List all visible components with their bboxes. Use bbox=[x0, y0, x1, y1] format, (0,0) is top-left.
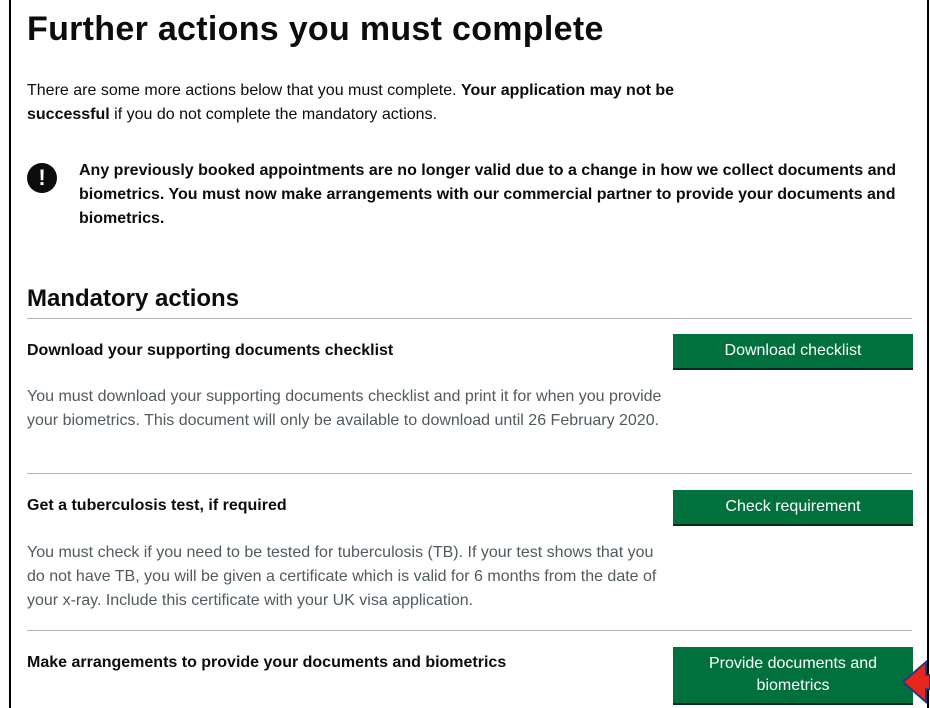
action-description-tuberculosis: You must check if you need to be tested … bbox=[27, 544, 657, 609]
action-title-biometrics: Make arrangements to provide your docume… bbox=[27, 654, 507, 671]
action-divider bbox=[27, 630, 912, 631]
check-requirement-button[interactable]: Check requirement bbox=[673, 490, 913, 524]
action-description-checklist: You must download your supporting docume… bbox=[27, 388, 662, 429]
action-divider bbox=[27, 473, 912, 474]
exclamation-icon: ! bbox=[27, 163, 57, 193]
intro-text: There are some more actions below that y… bbox=[27, 79, 677, 127]
section-divider bbox=[27, 318, 912, 319]
red-arrow-icon bbox=[902, 660, 930, 704]
warning-text: Any previously booked appointments are n… bbox=[79, 162, 897, 227]
action-title-checklist: Download your supporting documents check… bbox=[27, 342, 394, 359]
provide-documents-button[interactable]: Provide documents and biometrics bbox=[673, 647, 913, 703]
intro-text-part2: if you do not complete the mandatory act… bbox=[109, 106, 438, 123]
page-title: Further actions you must complete bbox=[27, 10, 604, 48]
mandatory-actions-heading: Mandatory actions bbox=[27, 285, 240, 312]
download-checklist-button[interactable]: Download checklist bbox=[673, 334, 913, 368]
action-title-tuberculosis: Get a tuberculosis test, if required bbox=[27, 497, 287, 514]
page-frame: Further actions you must complete There … bbox=[9, 0, 929, 708]
intro-text-part1: There are some more actions below that y… bbox=[27, 82, 461, 99]
